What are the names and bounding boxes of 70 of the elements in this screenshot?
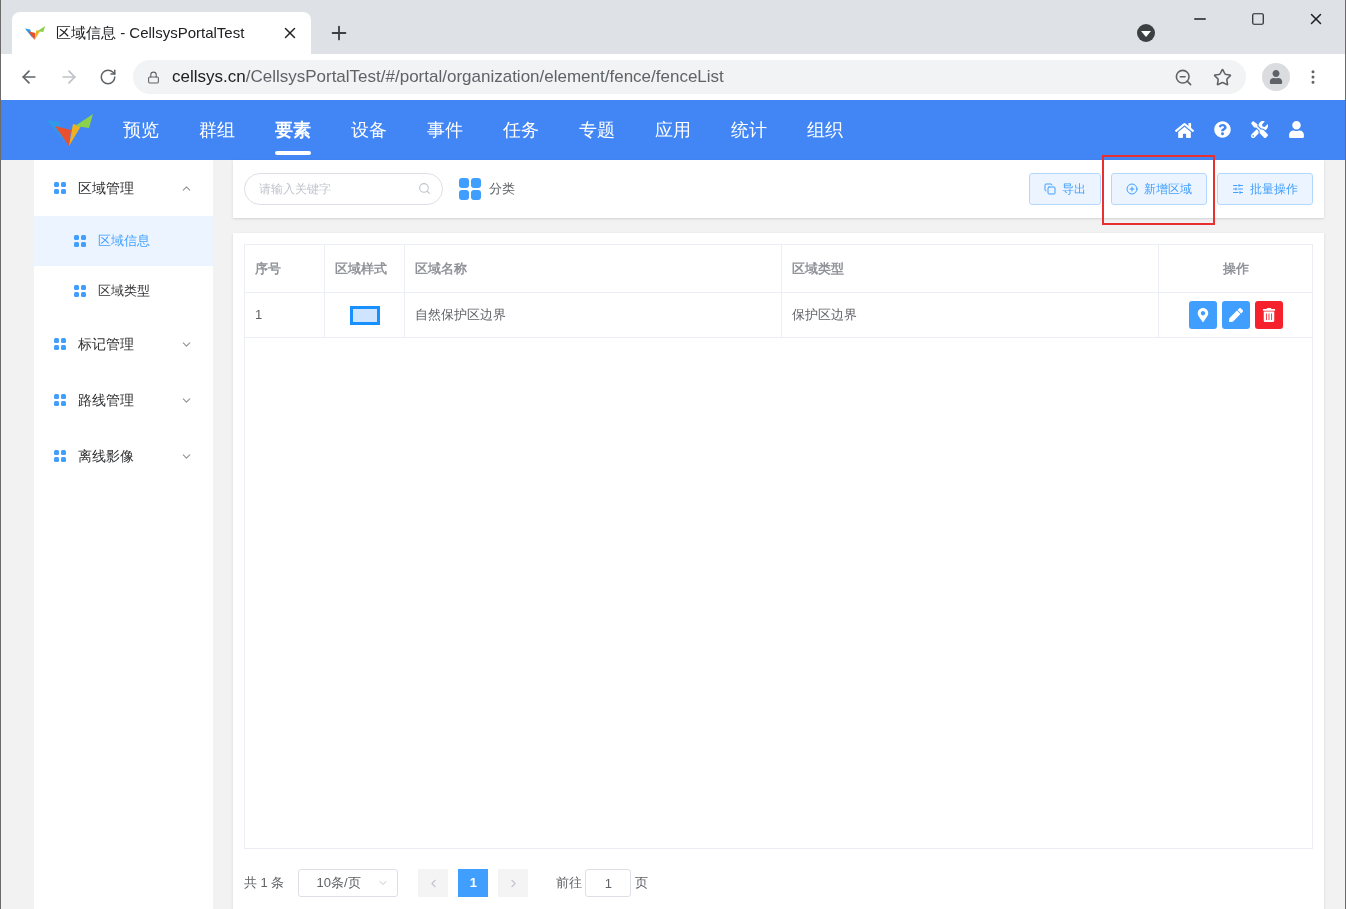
pen-icon (1228, 308, 1243, 322)
page-button[interactable]: 1 (458, 869, 489, 897)
table-cell-text: 保护区边界 (792, 306, 857, 325)
total-count: 共 1 条 (244, 874, 285, 893)
edit-button[interactable] (1221, 301, 1250, 329)
grid-icon (459, 178, 481, 200)
lock-icon (147, 70, 160, 84)
sidebar-item[interactable]: 路线管理 (34, 372, 213, 428)
browser-tab[interactable]: 区域信息 - CellsysPortalTest (12, 12, 311, 54)
zoom-out-icon[interactable] (1174, 67, 1193, 87)
sidebar-subitem[interactable]: 区域信息 (34, 216, 213, 266)
page-size-select[interactable]: 10条/页 (298, 869, 399, 897)
tab-title: 区域信息 - CellsysPortalTest (56, 22, 246, 43)
sidebar-item[interactable]: 标记管理 (34, 316, 213, 372)
category-label[interactable]: 分类 (489, 179, 515, 199)
delete-button[interactable] (1254, 301, 1283, 329)
user-icon[interactable] (1288, 120, 1305, 138)
profile-icon[interactable] (1262, 63, 1290, 91)
nav-tab[interactable]: 应用 (655, 100, 691, 160)
nav-tab[interactable]: 事件 (427, 100, 463, 160)
nav-tab[interactable]: 群组 (199, 100, 235, 160)
dropdown-icon[interactable] (1137, 24, 1155, 42)
column-header: 区域类型 (792, 259, 844, 278)
grid-icon (54, 394, 66, 406)
toolbar-button[interactable]: 批量操作 (1217, 173, 1313, 205)
help-icon[interactable] (1214, 120, 1231, 138)
grid-icon (54, 450, 66, 462)
grid-icon (54, 182, 66, 194)
maximize-icon[interactable] (1251, 12, 1265, 26)
toolbar-button[interactable]: 导出 (1029, 173, 1101, 205)
home-icon[interactable] (1175, 120, 1194, 140)
column-header: 区域样式 (335, 259, 387, 278)
trash-icon (1261, 308, 1276, 322)
search-field[interactable]: 请输入关键字 (244, 173, 443, 205)
grid-icon (54, 338, 66, 350)
table-cell-text: 自然保护区边界 (415, 306, 506, 325)
toolbar-button[interactable]: 新增区域 (1111, 173, 1207, 205)
map-pin-icon (1195, 308, 1210, 322)
address-bar[interactable]: cellsys.cn/CellsysPortalTest/#/portal/organization/element/fence/fenceList (133, 60, 1246, 94)
sidebar-subitem[interactable]: 区域类型 (34, 266, 213, 316)
column-header: 序号 (255, 259, 281, 278)
sidebar-item[interactable]: 区域管理 (34, 160, 213, 216)
export-icon (1044, 183, 1056, 195)
batch-icon (1232, 183, 1244, 195)
area-style-swatch (349, 305, 380, 325)
reload-icon[interactable] (99, 68, 117, 86)
goto-label: 前往 (556, 874, 583, 893)
search-icon (418, 182, 431, 195)
table-cell-text: 1 (255, 306, 263, 325)
nav-tab[interactable]: 组织 (807, 100, 843, 160)
add-icon (1126, 183, 1138, 195)
nav-tab[interactable]: 专题 (579, 100, 615, 160)
star-icon[interactable] (1213, 67, 1232, 87)
nav-tab[interactable]: 预览 (123, 100, 159, 160)
nav-tab[interactable]: 设备 (351, 100, 387, 160)
sidebar-item[interactable]: 离线影像 (34, 428, 213, 484)
nav-tab[interactable]: 要素 (275, 100, 311, 160)
locate-button[interactable] (1188, 301, 1217, 329)
grid-icon (74, 235, 86, 247)
url-text: cellsys.cn/CellsysPortalTest/#/portal/organization/element/fence/fenceList (172, 66, 725, 89)
nav-tab[interactable]: 任务 (503, 100, 539, 160)
nav-tab[interactable]: 统计 (731, 100, 767, 160)
logo-icon (45, 112, 95, 148)
column-header: 区域名称 (415, 259, 467, 278)
grid-icon (74, 285, 86, 297)
goto-page-field[interactable]: 1 (585, 869, 632, 897)
column-header: 操作 (1222, 259, 1249, 278)
goto-suffix: 页 (635, 874, 649, 893)
favicon-icon (24, 24, 46, 42)
tools-icon[interactable] (1251, 120, 1268, 138)
